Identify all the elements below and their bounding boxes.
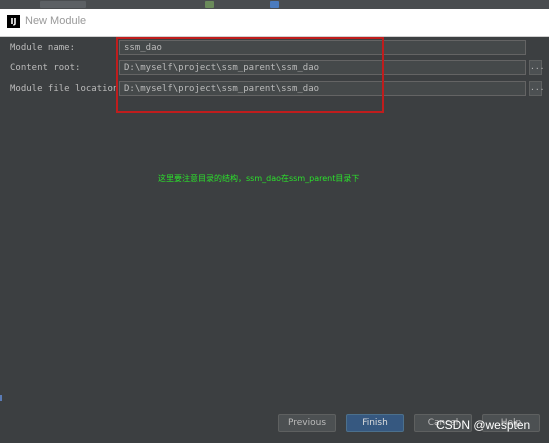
module-file-location-label: Module file location: — [10, 84, 124, 94]
csdn-watermark: CSDN @wespten — [436, 418, 531, 432]
toolbar-widget — [40, 1, 86, 8]
module-file-location-browse-button[interactable]: ... — [529, 81, 544, 96]
dialog-title-bar: IJ New Module — [0, 9, 549, 37]
annotation-text: 这里要注意目录的结构，ssm_dao在ssm_parent目录下 — [158, 174, 360, 183]
intellij-icon: IJ — [7, 15, 20, 28]
toolbar-icon — [205, 1, 214, 8]
toolbar-icon — [270, 1, 279, 8]
previous-button[interactable]: Previous — [278, 414, 336, 432]
dialog-title: New Module — [25, 15, 87, 27]
content-root-browse-button[interactable]: ... — [529, 60, 544, 75]
module-name-label: Module name: — [10, 43, 76, 53]
edge-marker — [0, 395, 2, 401]
annotation-highlight-box — [116, 37, 384, 113]
content-root-label: Content root: — [10, 63, 81, 73]
finish-button[interactable]: Finish — [346, 414, 404, 432]
background-ide-toolbar — [0, 0, 549, 9]
